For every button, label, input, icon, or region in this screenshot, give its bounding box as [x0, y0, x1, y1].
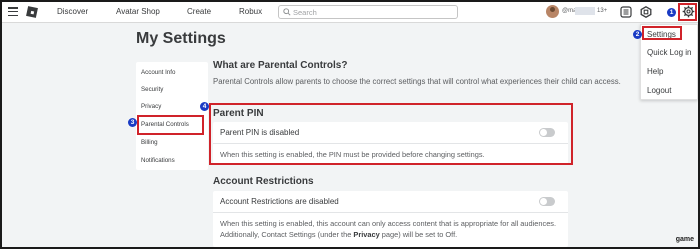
sidebar-item-security[interactable]: Security: [141, 86, 163, 93]
account-restrictions-description: When this setting is enabled, this accou…: [220, 218, 568, 240]
nav-link-robux[interactable]: Robux: [239, 7, 262, 16]
callout-1: 1: [667, 8, 676, 17]
account-restrictions-heading: Account Restrictions: [213, 176, 314, 187]
robux-icon[interactable]: [640, 6, 652, 18]
parental-controls-highlight-box: [137, 115, 204, 135]
nav-link-discover[interactable]: Discover: [57, 7, 88, 16]
settings-highlight-box: [642, 26, 682, 40]
parent-pin-highlight-box: [209, 103, 573, 165]
description-text-end: page) will be set to Off.: [379, 230, 458, 239]
search-icon: [283, 8, 291, 16]
account-restrictions-card: Account Restrictions are disabled When t…: [213, 191, 568, 247]
nav-link-create[interactable]: Create: [187, 7, 211, 16]
callout-2: 2: [633, 30, 642, 39]
sidebar-item-privacy[interactable]: Privacy: [141, 103, 161, 110]
top-navigation-bar: Discover Avatar Shop Create Robux @ma 13…: [2, 2, 698, 23]
card-divider: [213, 212, 568, 213]
notifications-list-icon[interactable]: [620, 6, 632, 18]
dropdown-item-quick-log-in[interactable]: Quick Log in: [647, 48, 691, 57]
sidebar-item-account-info[interactable]: Account Info: [141, 69, 175, 76]
callout-3: 3: [128, 118, 137, 127]
age-label: 13+: [597, 8, 608, 14]
gear-highlight-box: [678, 3, 697, 21]
sidebar-item-notifications[interactable]: Notifications: [141, 157, 175, 164]
username-redaction: [575, 7, 595, 15]
account-restrictions-toggle[interactable]: [539, 197, 555, 206]
avatar[interactable]: [546, 5, 559, 18]
parental-controls-description: Parental Controls allow parents to choos…: [213, 77, 621, 86]
roblox-logo-icon[interactable]: [26, 6, 38, 18]
hamburger-menu-icon[interactable]: [8, 7, 18, 16]
dropdown-item-help[interactable]: Help: [647, 67, 663, 76]
page-title: My Settings: [136, 30, 226, 47]
account-restrictions-status: Account Restrictions are disabled: [220, 197, 339, 206]
callout-4: 4: [200, 102, 209, 111]
app-frame: Discover Avatar Shop Create Robux @ma 13…: [0, 0, 700, 249]
parental-controls-heading: What are Parental Controls?: [213, 60, 348, 71]
dropdown-item-logout[interactable]: Logout: [647, 86, 671, 95]
nav-link-avatar-shop[interactable]: Avatar Shop: [116, 7, 160, 16]
watermark: game: [675, 236, 694, 243]
privacy-link[interactable]: Privacy: [353, 230, 379, 239]
sidebar-item-billing[interactable]: Billing: [141, 139, 158, 146]
search-input[interactable]: [293, 7, 453, 18]
search-box[interactable]: [278, 5, 458, 19]
